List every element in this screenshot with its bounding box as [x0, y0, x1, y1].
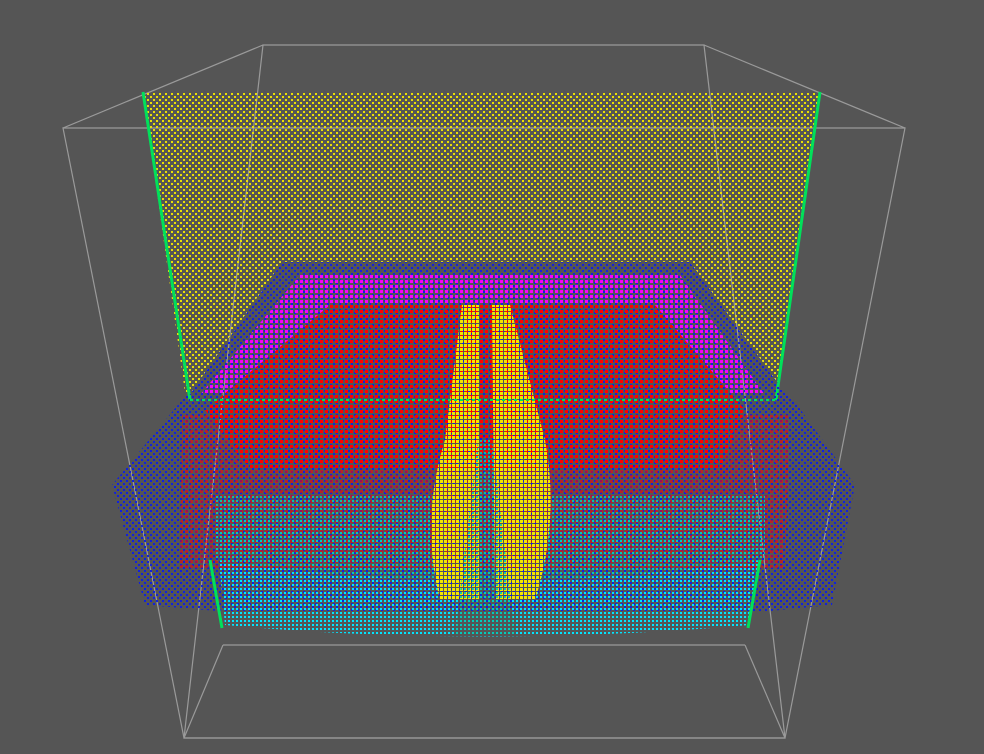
point-cloud-scene[interactable] — [0, 0, 984, 754]
3d-viewport[interactable] — [0, 0, 984, 754]
